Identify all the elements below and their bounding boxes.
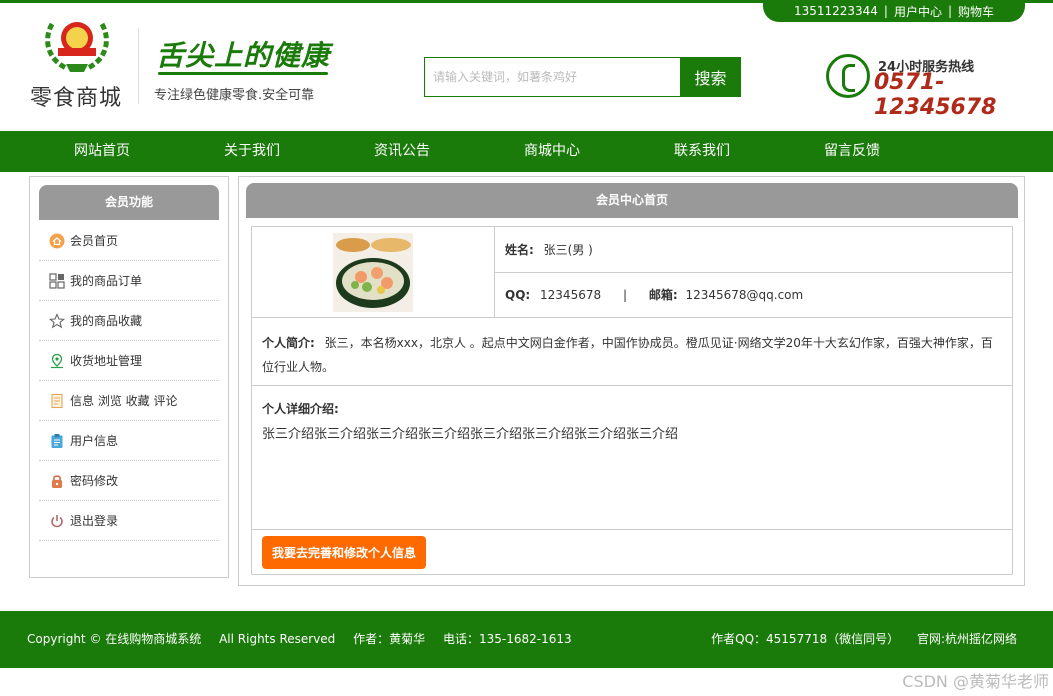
- power-icon: [49, 513, 65, 529]
- detail-row: 个人详细介绍: 张三介绍张三介绍张三介绍张三介绍张三介绍张三介绍张三介绍张三介绍: [252, 386, 1012, 530]
- footer-right: 作者QQ：45157718（微信同号） 官网:杭州摇亿网络: [711, 611, 1017, 668]
- nav-item-shop[interactable]: 商城中心: [497, 131, 607, 172]
- main-nav: 网站首页 关于我们 资讯公告 商城中心 联系我们 留言反馈: [0, 131, 1053, 172]
- intro-value: 张三，本名杨xxx，北京人 。起点中文网白金作者，中国作协成员。橙瓜见证·网络文…: [262, 336, 993, 374]
- hotline-number: 0571-12345678: [874, 70, 997, 120]
- footer: Copyright © 在线购物商城系统 All Rights Reserved…: [0, 611, 1053, 668]
- footer-tel: 电话：135-1682-1613: [442, 632, 572, 646]
- email-value: 12345678@qq.com: [685, 288, 804, 302]
- qq-label: QQ:: [505, 288, 531, 302]
- sidebar-item-member-home[interactable]: 会员首页: [39, 221, 219, 261]
- clipboard-icon: [49, 433, 65, 449]
- logo-divider: [138, 28, 139, 104]
- profile-card: 姓名: 张三(男 ) QQ: 12345678 | 邮箱: 12345678@q…: [251, 226, 1013, 575]
- sidebar-item-address[interactable]: 收货地址管理: [39, 341, 219, 381]
- sidebar-item-label: 我的商品收藏: [70, 314, 143, 328]
- brand-name: 零食商城: [30, 86, 123, 111]
- footer-site: 官网:杭州摇亿网络: [916, 632, 1017, 646]
- sidebar-item-label: 会员首页: [70, 234, 119, 248]
- avatar: [333, 233, 413, 312]
- sidebar-item-password[interactable]: 密码修改: [39, 461, 219, 501]
- sidebar-item-label: 我的商品订单: [70, 274, 143, 288]
- sidebar-item-logout[interactable]: 退出登录: [39, 501, 219, 541]
- top-links-bar: 13511223344 | 用户中心 | 购物车: [763, 0, 1025, 22]
- location-icon: [49, 353, 65, 369]
- edit-profile-button[interactable]: 我要去完善和修改个人信息: [262, 536, 426, 569]
- sidebar-item-label: 收货地址管理: [70, 354, 143, 368]
- member-center-panel: 会员中心首页 姓名: 张三(男 ) QQ: 12345678 | 邮箱: 123…: [238, 176, 1025, 586]
- sidebar-item-info-browse[interactable]: 信息 浏览 收藏 评论: [39, 381, 219, 421]
- sidebar-item-label: 密码修改: [70, 474, 119, 488]
- member-sidebar: 会员功能 会员首页 我的商品订单 我的商品收藏 收货地址管理 信息 浏览 收藏 …: [29, 176, 229, 578]
- footer-copyright: Copyright © 在线购物商城系统: [27, 632, 202, 646]
- nav-item-news[interactable]: 资讯公告: [347, 131, 457, 172]
- footer-author-qq: 作者QQ：45157718（微信同号）: [711, 632, 900, 646]
- intro-row: 个人简介: 张三，本名杨xxx，北京人 。起点中文网白金作者，中国作协成员。橙瓜…: [252, 318, 1012, 386]
- footer-author: 作者：黄菊华: [353, 632, 426, 646]
- top-phone: 13511223344: [793, 4, 878, 18]
- search-input[interactable]: [424, 57, 681, 97]
- document-icon: [49, 393, 65, 409]
- footer-rights: All Rights Reserved: [219, 632, 336, 646]
- sidebar-item-user-info[interactable]: 用户信息: [39, 421, 219, 461]
- nav-item-home[interactable]: 网站首页: [47, 131, 157, 172]
- slogan-art: 舌尖上的健康: [156, 39, 331, 72]
- sidebar-title: 会员功能: [39, 185, 219, 220]
- sidebar-item-favorites[interactable]: 我的商品收藏: [39, 301, 219, 341]
- name-value: 张三(男 ): [543, 243, 593, 257]
- detail-label: 个人详细介绍:: [262, 402, 339, 416]
- watermark: CSDN @黄菊华老师: [902, 672, 1049, 691]
- contact-separator: |: [622, 288, 627, 302]
- name-row: 姓名: 张三(男 ): [495, 227, 1012, 273]
- logo-emblem-icon[interactable]: [40, 14, 114, 76]
- footer-left: Copyright © 在线购物商城系统 All Rights Reserved…: [27, 611, 572, 668]
- phone-icon: [826, 54, 870, 98]
- photo-cell: [252, 227, 495, 318]
- nav-item-feedback[interactable]: 留言反馈: [797, 131, 907, 172]
- sidebar-item-orders[interactable]: 我的商品订单: [39, 261, 219, 301]
- intro-label: 个人简介:: [262, 336, 315, 350]
- contact-row: QQ: 12345678 | 邮箱: 12345678@qq.com: [495, 273, 1012, 318]
- sidebar-item-label: 退出登录: [70, 514, 119, 528]
- email-label: 邮箱:: [648, 288, 678, 302]
- slogan-subtitle: 专注绿色健康零食.安全可靠: [154, 88, 315, 103]
- grid-icon: [49, 272, 65, 289]
- panel-title: 会员中心首页: [246, 183, 1018, 218]
- home-icon: [49, 233, 65, 249]
- sidebar-menu: 会员首页 我的商品订单 我的商品收藏 收货地址管理 信息 浏览 收藏 评论 用户…: [39, 221, 219, 541]
- slogan-underline: [158, 72, 328, 75]
- top-separator: |: [883, 4, 888, 18]
- top-separator: |: [947, 4, 953, 18]
- cart-link[interactable]: 购物车: [958, 3, 994, 20]
- name-label: 姓名:: [505, 243, 534, 257]
- nav-item-contact[interactable]: 联系我们: [647, 131, 757, 172]
- sidebar-item-label: 用户信息: [70, 434, 119, 448]
- lock-icon: [49, 473, 65, 489]
- star-icon: [49, 312, 65, 329]
- sidebar-item-label: 信息 浏览 收藏 评论: [70, 394, 178, 408]
- user-center-link[interactable]: 用户中心: [894, 3, 942, 20]
- nav-item-about[interactable]: 关于我们: [197, 131, 307, 172]
- detail-value: 张三介绍张三介绍张三介绍张三介绍张三介绍张三介绍张三介绍张三介绍: [262, 427, 679, 442]
- search-button[interactable]: 搜索: [680, 57, 741, 97]
- qq-value: 12345678: [540, 288, 602, 302]
